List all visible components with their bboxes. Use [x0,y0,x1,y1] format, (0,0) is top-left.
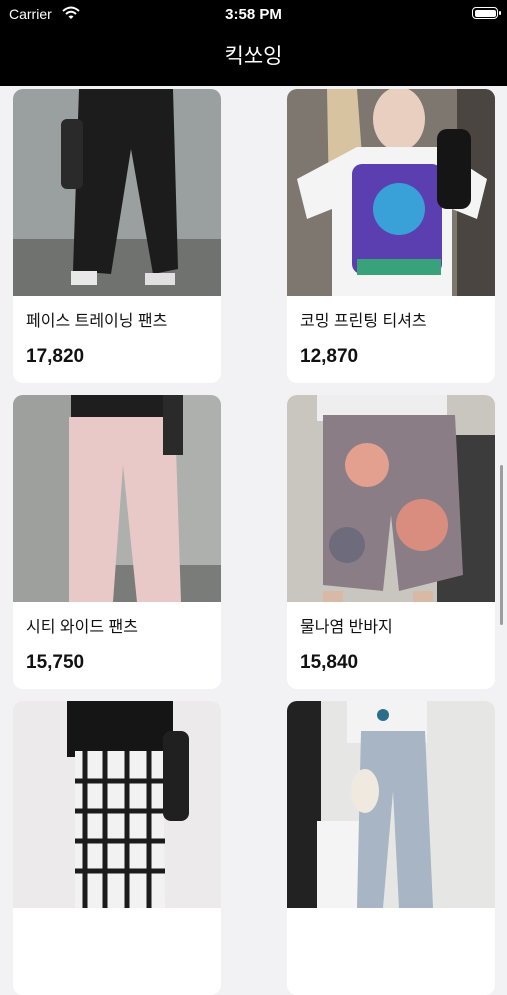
product-price: 15,750 [26,652,85,673]
product-card[interactable]: 코밍 프린팅 티셔츠 12,870 [287,89,495,383]
product-card[interactable]: 시티 와이드 팬츠 15,750 [13,395,221,689]
product-image[interactable] [287,395,495,602]
battery-icon [472,7,501,19]
scrollbar[interactable] [500,465,503,625]
status-bar: Carrier 3:58 PM [0,0,507,28]
product-card[interactable]: 물나염 반바지 15,840 [287,395,495,689]
product-price: 12,870 [300,346,359,367]
product-card[interactable] [287,701,495,995]
app-title: 킥쏘잉 [224,45,283,68]
product-name: 페이스 트레이닝 팬츠 [26,313,168,330]
product-card[interactable]: 페이스 트레이닝 팬츠 17,820 [13,89,221,383]
product-name: 시티 와이드 팬츠 [26,619,138,636]
product-grid: 페이스 트레이닝 팬츠 17,820 코밍 프린팅 티셔츠 12,870 시티 … [13,89,495,995]
top-bar: Carrier 3:58 PM 킥쏘잉 [0,0,507,86]
product-image[interactable] [287,89,495,296]
product-image[interactable] [13,89,221,296]
product-image[interactable] [13,701,221,908]
product-name: 물나염 반바지 [300,619,393,636]
product-price: 17,820 [26,346,85,367]
product-card[interactable] [13,701,221,995]
product-price: 15,840 [300,652,359,673]
product-name: 코밍 프린팅 티셔츠 [300,313,427,330]
product-image[interactable] [13,395,221,602]
status-time: 3:58 PM [225,6,282,23]
product-image[interactable] [287,701,495,908]
